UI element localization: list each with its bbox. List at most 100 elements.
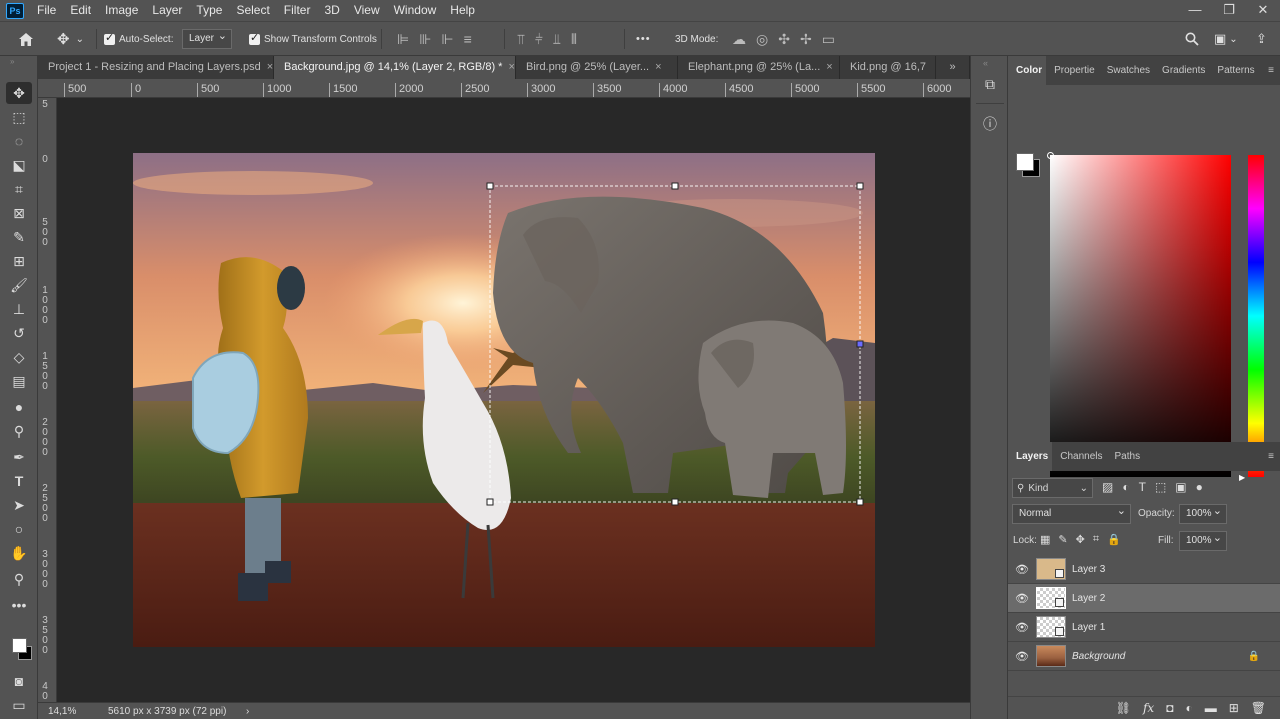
menu-image[interactable]: Image (98, 0, 145, 21)
add-mask-icon[interactable]: ◘ (1166, 701, 1173, 715)
info-panel-icon[interactable]: ⓘ (980, 114, 1000, 134)
align-bottom-icon[interactable]: ⫫ (553, 31, 561, 48)
brush-tool-icon[interactable]: 🖌 (6, 274, 32, 296)
link-layers-icon[interactable]: ⛓ (1116, 701, 1131, 715)
tab-gradients[interactable]: Gradients (1154, 56, 1209, 85)
color-field[interactable] (1050, 155, 1231, 477)
eye-icon[interactable]: 👁 (1008, 563, 1036, 576)
eye-icon[interactable]: 👁 (1008, 650, 1036, 663)
tab-kid[interactable]: Kid.png @ 16,7 (840, 56, 936, 79)
panel-menu-icon[interactable]: ≡ (1260, 56, 1280, 85)
zoom-level[interactable]: 14,1% (48, 706, 108, 717)
align-hcenter-icon[interactable]: ⊪ (419, 31, 431, 48)
frame-tool-icon[interactable]: ⊠ (6, 202, 32, 224)
fx-icon[interactable]: fx (1143, 701, 1154, 715)
layer-row-layer-3[interactable]: 👁 Layer 3 (1008, 555, 1280, 584)
layer-row-background[interactable]: 👁 Background 🔒 (1008, 642, 1280, 671)
opacity-input[interactable]: 100% (1179, 502, 1227, 524)
document-canvas[interactable] (133, 153, 875, 647)
eye-icon[interactable]: 👁 (1008, 592, 1036, 605)
tab-properties[interactable]: Propertie (1046, 56, 1099, 85)
tab-paths[interactable]: Paths (1107, 442, 1145, 471)
filter-smart-object-icon[interactable]: ▣ (1175, 480, 1186, 494)
dodge-tool-icon[interactable]: ⚲ (6, 420, 32, 442)
tab-patterns[interactable]: Patterns (1209, 56, 1258, 85)
lock-transparency-icon[interactable]: ▦ (1040, 533, 1050, 546)
menu-filter[interactable]: Filter (277, 0, 318, 21)
filter-pixel-icon[interactable]: ▨ (1102, 480, 1113, 494)
orbit-3d-icon[interactable]: ☁ (732, 31, 746, 48)
history-panel-icon[interactable]: ⧉ (980, 76, 1000, 96)
filter-adjustment-icon[interactable]: ◐ (1122, 480, 1129, 494)
trash-icon[interactable]: 🗑 (1251, 701, 1266, 715)
layer-filter-dropdown[interactable]: ⚲ Kind ⌄ (1012, 478, 1093, 498)
edit-toolbar-icon[interactable]: ••• (6, 594, 32, 616)
workspace-icon[interactable]: ▣ ⌄ (1214, 22, 1238, 56)
type-tool-icon[interactable]: T (6, 470, 32, 492)
close-button[interactable]: ✕ (1246, 0, 1280, 21)
search-icon[interactable] (1185, 22, 1199, 56)
crop-tool-icon[interactable]: ⌗ (6, 178, 32, 200)
more-options-button[interactable]: ••• (636, 22, 651, 56)
lock-artboard-icon[interactable]: ⌗ (1093, 533, 1099, 546)
menu-help[interactable]: Help (443, 0, 482, 21)
share-icon[interactable]: ⇪ (1256, 22, 1267, 56)
tab-layers[interactable]: Layers (1008, 442, 1053, 471)
move-tool-icon[interactable]: ✥ (6, 82, 32, 104)
gradient-tool-icon[interactable]: ▤ (6, 370, 32, 392)
distribute-icon[interactable]: ⦀ (571, 31, 577, 48)
eraser-tool-icon[interactable]: ◇ (6, 346, 32, 368)
close-tab-icon[interactable]: × (826, 61, 832, 73)
fill-input[interactable]: 100% (1179, 529, 1227, 551)
hue-slider[interactable] (1248, 155, 1264, 477)
status-info-arrow[interactable]: › (246, 706, 249, 717)
zoom-tool-icon[interactable]: ⚲ (6, 568, 32, 590)
filter-shape-icon[interactable]: ⬚ (1155, 480, 1166, 494)
lock-pixels-icon[interactable]: ✎ (1058, 533, 1067, 546)
move-tool-preset-icon[interactable]: ✥ ⌄ (57, 22, 84, 56)
menu-view[interactable]: View (347, 0, 387, 21)
blend-mode-dropdown[interactable]: Normal (1012, 502, 1131, 524)
tab-channels[interactable]: Channels (1052, 442, 1106, 471)
hue-slider-handle[interactable]: ▶ (1239, 473, 1245, 482)
adjustment-layer-icon[interactable]: ◐ (1185, 701, 1192, 715)
auto-select-target-dropdown[interactable]: Layer (182, 27, 232, 49)
tab-bird[interactable]: Bird.png @ 25% (Layer... × (516, 56, 678, 79)
auto-select-checkbox[interactable]: Auto-Select: (104, 22, 173, 56)
tabs-overflow-button[interactable]: » (936, 56, 970, 79)
eye-icon[interactable]: 👁 (1008, 621, 1036, 634)
healing-tool-icon[interactable]: ⊞ (6, 250, 32, 272)
color-picker-handle[interactable] (1047, 152, 1054, 159)
layer-row-layer-2[interactable]: 👁 Layer 2 (1008, 584, 1280, 613)
color-foreground-swatch[interactable] (1016, 153, 1034, 171)
layer-row-layer-1[interactable]: 👁 Layer 1 (1008, 613, 1280, 642)
pan-3d-icon[interactable]: ✣ (778, 31, 790, 48)
filter-type-icon[interactable]: T (1139, 480, 1146, 494)
menu-file[interactable]: File (30, 0, 63, 21)
slide-3d-icon[interactable]: ✢ (800, 31, 812, 48)
restore-button[interactable]: ❐ (1212, 0, 1246, 21)
blur-tool-icon[interactable]: ● (6, 396, 32, 418)
align-right-icon[interactable]: ⊩ (441, 31, 453, 48)
close-tab-icon[interactable]: × (508, 61, 514, 73)
new-group-icon[interactable]: ▬ (1205, 701, 1217, 715)
align-left-icon[interactable]: ⊫ (397, 31, 409, 48)
eyedropper-tool-icon[interactable]: ✎ (6, 226, 32, 248)
tab-project-1[interactable]: Project 1 - Resizing and Placing Layers.… (38, 56, 274, 79)
shape-tool-icon[interactable]: ○ (6, 518, 32, 540)
camera-3d-icon[interactable]: ▭ (822, 31, 835, 48)
screen-mode-icon[interactable]: ▭ (6, 694, 32, 716)
align-vcenter-icon[interactable]: ⫩ (535, 31, 543, 48)
lock-all-icon[interactable]: 🔒 (1107, 533, 1121, 546)
quick-select-tool-icon[interactable]: ⬕ (6, 154, 32, 176)
menu-type[interactable]: Type (189, 0, 229, 21)
panel-menu-icon[interactable]: ≡ (1260, 442, 1280, 471)
menu-window[interactable]: Window (387, 0, 444, 21)
tab-elephant[interactable]: Elephant.png @ 25% (La... × (678, 56, 840, 79)
menu-select[interactable]: Select (229, 0, 276, 21)
quick-mask-icon[interactable]: ◙ (6, 670, 32, 692)
new-layer-icon[interactable]: ⊞ (1229, 701, 1239, 715)
menu-edit[interactable]: Edit (63, 0, 98, 21)
home-icon[interactable] (18, 22, 34, 56)
align-top-icon[interactable]: ⫪ (517, 31, 525, 48)
